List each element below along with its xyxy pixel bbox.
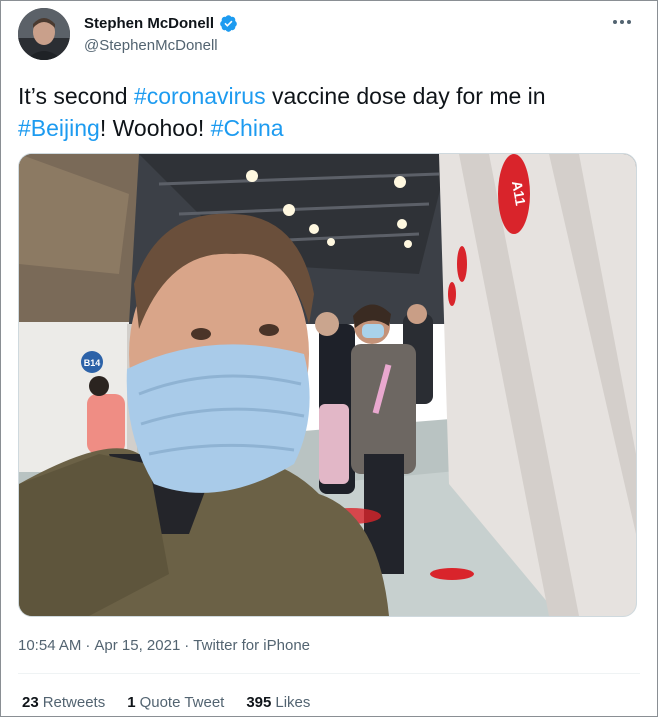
hashtag-beijing-link[interactable]: #Beijing [18,115,100,141]
quote-tweets-label: Quote Tweet [139,694,225,711]
likes-stat-link[interactable]: 395 Likes [246,694,310,711]
quote-tweets-count: 1 [127,694,136,711]
author-name-row: Stephen McDonell [84,14,238,33]
tweet-photo[interactable]: A11 B14 [18,153,637,617]
author-avatar[interactable] [18,8,70,60]
tweet-time-link[interactable]: 10:54 AM [18,637,81,654]
retweets-count: 23 [22,694,39,711]
tweet-text-segment: ! Woohoo! [99,115,211,141]
tweet-meta: 10:54 AM · Apr 15, 2021 · Twitter for iP… [18,637,310,654]
tweet-text-segment: It’s second [18,83,134,109]
tweet-text-segment: vaccine dose day for me in [265,83,546,109]
sign-b14: B14 [84,358,101,368]
author-handle[interactable]: @StephenMcDonell [84,37,218,54]
meta-separator: · [184,637,190,654]
verified-badge-icon [220,15,237,32]
engagement-stats: 23 Retweets 1 Quote Tweet 395 Likes [22,694,310,711]
tweet-date-link[interactable]: Apr 15, 2021 [94,637,180,654]
avatar-photo [18,8,70,60]
meta-separator: · [85,637,91,654]
stats-divider [18,673,640,674]
likes-label: Likes [275,694,311,711]
vaccination-selfie-photo: A11 B14 [19,154,636,616]
hashtag-coronavirus-link[interactable]: #coronavirus [134,83,266,109]
more-options-button[interactable] [609,11,635,33]
tweet-card: Stephen McDonell @StephenMcDonell It’s s… [0,0,658,717]
tweet-text: It’s second #coronavirus vaccine dose da… [18,80,638,144]
quote-tweets-stat-link[interactable]: 1 Quote Tweet [127,694,224,711]
retweets-label: Retweets [42,694,106,711]
more-horizontal-icon [613,20,631,24]
retweets-stat-link[interactable]: 23 Retweets [22,694,105,711]
tweet-source: Twitter for iPhone [193,637,311,654]
likes-count: 395 [246,694,272,711]
author-name[interactable]: Stephen McDonell [84,15,214,32]
hashtag-china-link[interactable]: #China [211,115,284,141]
